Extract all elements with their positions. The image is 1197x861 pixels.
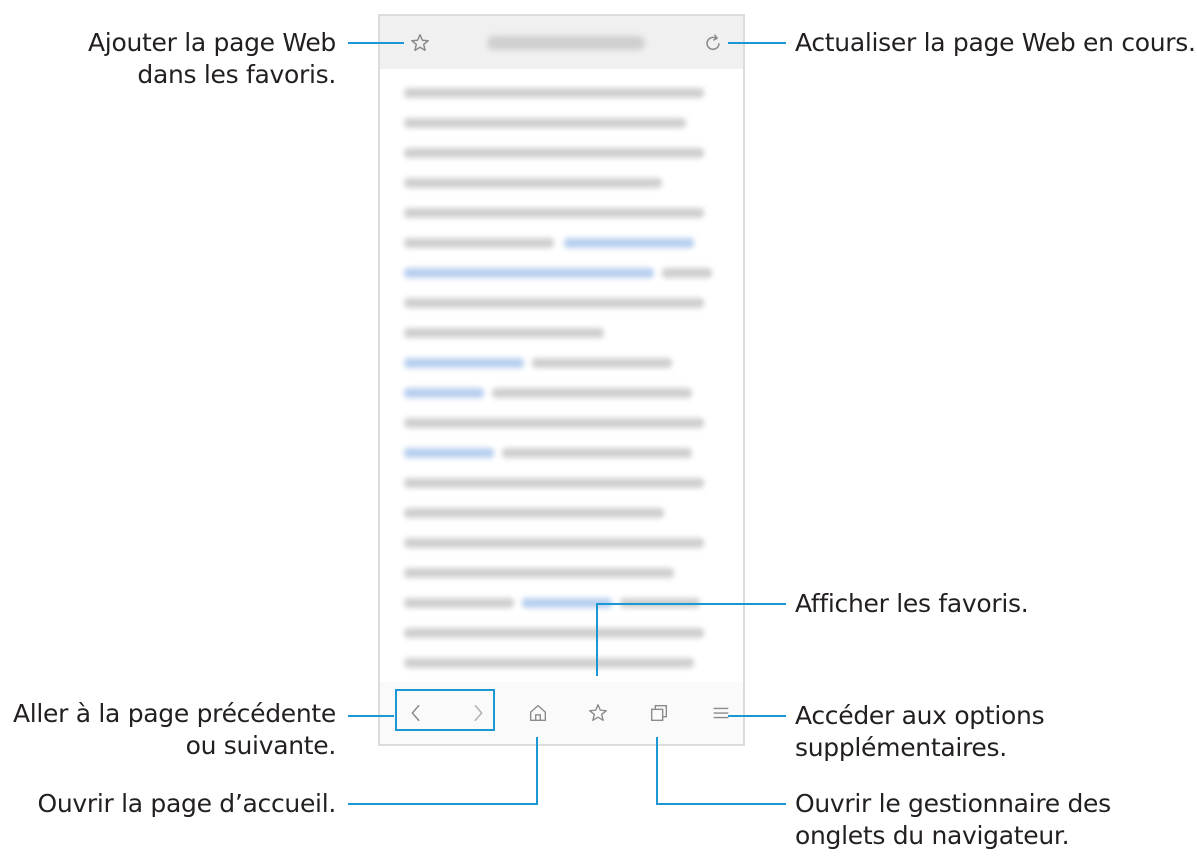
callout-line-show-bookmarks-v	[596, 604, 598, 676]
label-refresh: Actualiser la page Web en cours.	[795, 28, 1196, 57]
callout-line-tabs-h	[656, 803, 786, 805]
browser-screen	[378, 14, 745, 746]
label-tabs-manager: Ouvrir le gestionnaire des onglets du na…	[795, 789, 1111, 850]
label-back-forward: Aller à la page précédente ou suivante.	[12, 699, 336, 760]
callout-line-add-bookmark	[348, 42, 404, 44]
tabs-icon[interactable]	[648, 702, 670, 724]
label-show-bookmarks: Afficher les favoris.	[795, 589, 1029, 618]
callout-line-home-v	[536, 737, 538, 805]
callout-line-refresh	[728, 42, 786, 44]
url-text[interactable]	[487, 36, 645, 50]
label-home: Ouvrir la page d’accueil.	[37, 789, 336, 818]
callout-line-tabs-v	[656, 737, 658, 805]
diagram: Ajouter la page Web dans les favoris. Ac…	[0, 0, 1197, 861]
callout-line-more-options	[728, 715, 786, 717]
menu-icon[interactable]	[710, 702, 732, 724]
callout-line-home-h	[348, 803, 538, 805]
bottom-toolbar	[380, 682, 743, 744]
web-page-content	[404, 88, 734, 698]
home-icon[interactable]	[527, 702, 549, 724]
forward-icon[interactable]	[467, 702, 489, 724]
address-bar	[380, 16, 743, 69]
refresh-icon[interactable]	[702, 32, 724, 54]
bookmarks-star-icon[interactable]	[587, 702, 609, 724]
label-more-options: Accéder aux options supplémentaires.	[795, 701, 1045, 762]
back-icon[interactable]	[405, 702, 427, 724]
star-outline-icon[interactable]	[409, 32, 431, 54]
callout-line-show-bookmarks-h	[596, 603, 786, 605]
callout-line-back-forward	[348, 715, 394, 717]
label-add-bookmark: Ajouter la page Web dans les favoris.	[88, 28, 336, 89]
